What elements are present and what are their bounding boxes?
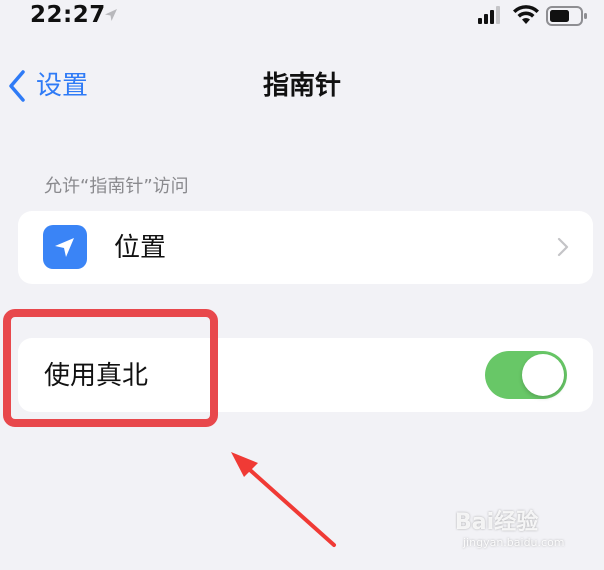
location-row[interactable]: 位置: [18, 211, 593, 284]
wifi-icon: [513, 5, 539, 24]
chevron-right-icon: [557, 237, 569, 257]
status-time: 22:27: [30, 2, 106, 28]
location-app-icon: [43, 225, 87, 269]
location-arrow-icon: [55, 238, 74, 257]
status-bar: 22:27: [0, 0, 604, 36]
toggle-knob: [522, 354, 564, 396]
watermark: Bai经验 jingyan.baidu.com: [455, 502, 595, 558]
true-north-toggle[interactable]: [485, 351, 567, 399]
location-label: 位置: [114, 233, 167, 263]
battery-icon: [546, 6, 587, 26]
location-arrow-icon: [105, 9, 117, 21]
watermark-url: jingyan.baidu.com: [463, 536, 565, 549]
page-title: 指南针: [262, 71, 341, 101]
section-header: 允许“指南针”访问: [44, 176, 189, 197]
watermark-brand: Bai经验: [455, 510, 539, 535]
cellular-signal-icon: [478, 6, 500, 24]
annotation-highlight-box: [3, 309, 218, 427]
